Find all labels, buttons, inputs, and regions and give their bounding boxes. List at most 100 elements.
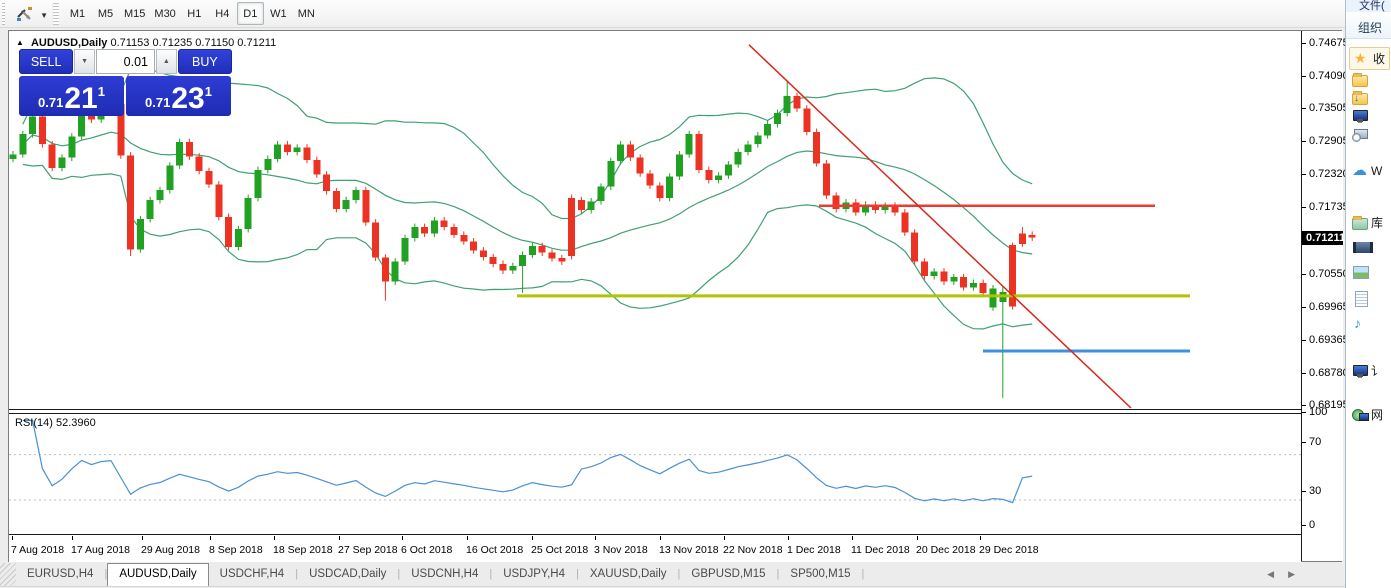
price-axis-label: 0.74090 [1309, 70, 1349, 82]
collapse-triangle-icon[interactable]: ▲ [16, 38, 24, 47]
date-label: 13 Nov 2018 [659, 544, 719, 556]
explorer-item-label: W [1371, 164, 1382, 178]
buy-price-box[interactable]: 0.71 23 1 [126, 76, 231, 116]
tab-usdcad-daily[interactable]: USDCAD,Daily [298, 563, 397, 586]
date-label: 1 Dec 2018 [787, 544, 841, 556]
date-label: 22 Nov 2018 [723, 544, 783, 556]
toolbar-gripper[interactable] [2, 3, 5, 25]
explorer-item-label: 库 [1371, 214, 1383, 231]
buy-button[interactable]: BUY [178, 49, 232, 74]
explorer-item[interactable] [1352, 264, 1368, 280]
timeframe-button-w1[interactable]: W1 [265, 2, 292, 25]
tab-usdcnh-h4[interactable]: USDCNH,H4 [400, 563, 489, 586]
tabs-scroll-right-icon[interactable]: ▶ [1288, 569, 1295, 580]
date-label: 18 Sep 2018 [273, 544, 333, 556]
tab-usdjpy-h4[interactable]: USDJPY,H4 [492, 563, 576, 586]
timeframe-button-h1[interactable]: H1 [181, 2, 208, 25]
chevron-down-icon[interactable]: ▼ [40, 11, 48, 20]
timeframe-button-m5[interactable]: M5 [92, 2, 119, 25]
price-axis-label: 0.69965 [1309, 301, 1349, 313]
explorer-item[interactable]: 讠 [1352, 362, 1383, 379]
price-axis-label: 0.69365 [1309, 334, 1349, 346]
rsi-axis-label: 0 [1309, 519, 1315, 531]
date-label: 17 Aug 2018 [71, 544, 130, 556]
explorer-item-label: 讠 [1371, 362, 1383, 379]
sell-price-prefix: 0.71 [38, 95, 63, 110]
explorer-item[interactable] [1352, 126, 1368, 142]
desktop-icon [1352, 108, 1368, 124]
chart-window: ▲ AUDUSD,Daily 0.71153 0.71235 0.71150 0… [8, 30, 1342, 562]
explorer-item[interactable] [1352, 72, 1368, 87]
sell-price-box[interactable]: 0.71 21 1 [19, 76, 124, 116]
explorer-item[interactable]: 收 [1349, 47, 1390, 70]
explorer-item[interactable]: 网 [1352, 406, 1383, 423]
tabbar-gripper [0, 563, 16, 586]
recent-places-icon [1352, 126, 1368, 142]
explorer-organize-button[interactable]: 组织 [1346, 12, 1391, 39]
buy-price-prefix: 0.71 [145, 95, 170, 110]
price-axis-label: 0.70550 [1309, 268, 1349, 280]
explorer-item-label: 网 [1371, 406, 1383, 423]
chart-ohlc-quotes: 0.71153 0.71235 0.71150 0.71211 [110, 37, 276, 49]
rsi-pane[interactable]: RSI(14) 52.3960 [9, 413, 1301, 535]
date-label: 8 Sep 2018 [209, 544, 263, 556]
explorer-item[interactable] [1352, 108, 1368, 124]
sell-button[interactable]: SELL [19, 49, 73, 74]
chart-tabs: EURUSD,H4|AUDUSD,DailyUSDCHF,H4|USDCAD,D… [16, 563, 864, 586]
timeframe-button-m30[interactable]: M30 [150, 2, 179, 25]
timeframe-button-mn[interactable]: MN [293, 2, 320, 25]
date-label: 16 Oct 2018 [466, 544, 523, 556]
buy-price-point: 1 [205, 84, 212, 99]
music-icon [1352, 316, 1368, 332]
date-label: 29 Dec 2018 [979, 544, 1039, 556]
timeframe-button-d1[interactable]: D1 [237, 2, 264, 25]
tab-gbpusd-m15[interactable]: GBPUSD,M15 [680, 563, 776, 586]
rsi-axis-label: 30 [1309, 485, 1321, 497]
lot-decrease-button[interactable]: ▼ [74, 49, 95, 74]
rsi-axis-label: 70 [1309, 436, 1321, 448]
tab-separator: | [862, 563, 865, 586]
document-icon [1352, 290, 1368, 306]
current-price-badge: 0.71211 [1302, 231, 1343, 245]
explorer-item[interactable] [1352, 290, 1368, 306]
explorer-item[interactable]: 库 [1352, 214, 1383, 231]
explorer-item[interactable] [1352, 240, 1368, 256]
one-click-trade-panel: SELL ▼ ▲ BUY 0.71 21 1 0.71 23 1 [19, 49, 232, 116]
lot-increase-button[interactable]: ▲ [156, 49, 177, 74]
tab-audusd-daily[interactable]: AUDUSD,Daily [107, 563, 208, 586]
explorer-item[interactable]: W [1352, 163, 1382, 179]
video-icon [1352, 240, 1368, 256]
mt4-window: { "toolbar": { "chart_tool_icon": "chart… [0, 0, 1391, 588]
picture-icon [1352, 264, 1368, 280]
time-axis[interactable]: 7 Aug 201817 Aug 201829 Aug 20188 Sep 20… [9, 536, 1301, 562]
tab-eurusd-h4[interactable]: EURUSD,H4 [16, 563, 104, 586]
tab-sp500-m15[interactable]: SP500,M15 [779, 563, 861, 586]
top-toolbar: ▼ M1M5M15M30H1H4D1W1MN [0, 0, 1345, 28]
rsi-indicator-label: RSI(14) 52.3960 [15, 417, 96, 429]
date-label: 3 Nov 2018 [594, 544, 648, 556]
tab-usdchf-h4[interactable]: USDCHF,H4 [209, 563, 296, 586]
network-icon [1352, 407, 1368, 423]
price-axis-label: 0.71735 [1309, 201, 1349, 213]
tab-xauusd-daily[interactable]: XAUUSD,Daily [579, 563, 678, 586]
date-label: 25 Oct 2018 [531, 544, 588, 556]
explorer-item[interactable] [1352, 90, 1368, 105]
tabs-scroll-left-icon[interactable]: ◀ [1267, 569, 1274, 580]
toolbar-separator [52, 3, 59, 25]
chart-arrows-icon[interactable]: ▼ [14, 4, 48, 24]
chart-tab-bar: EURUSD,H4|AUDUSD,DailyUSDCHF,H4|USDCAD,D… [0, 563, 1345, 587]
timeframe-toolbar: M1M5M15M30H1H4D1W1MN [64, 2, 321, 25]
timeframe-button-m1[interactable]: M1 [64, 2, 91, 25]
date-label: 7 Aug 2018 [11, 544, 64, 556]
explorer-item[interactable] [1352, 316, 1368, 332]
lot-size-input[interactable] [96, 49, 155, 74]
price-axis-label: 0.72905 [1309, 135, 1349, 147]
timeframe-button-h4[interactable]: H4 [209, 2, 236, 25]
price-axis-label: 0.68780 [1309, 367, 1349, 379]
folder-icon [1352, 75, 1368, 87]
explorer-file-menu[interactable]: 文件( [1346, 0, 1391, 12]
library-icon [1352, 218, 1368, 230]
star-icon [1354, 51, 1370, 67]
price-axis[interactable]: 0.746750.740900.735050.729050.723200.717… [1301, 31, 1343, 561]
timeframe-button-m15[interactable]: M15 [120, 2, 149, 25]
